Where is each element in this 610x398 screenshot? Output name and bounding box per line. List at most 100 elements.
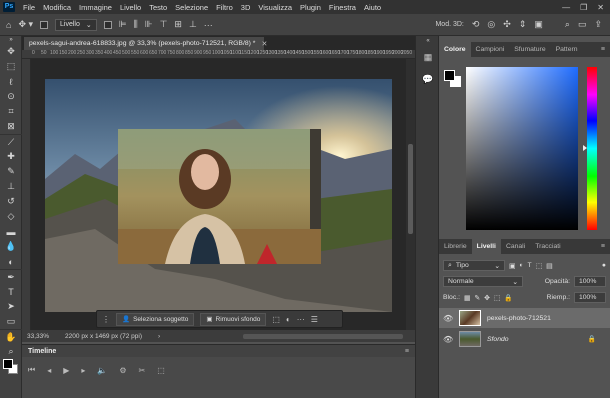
menu-livello[interactable]: Livello bbox=[116, 3, 145, 12]
tab-livelli[interactable]: Livelli bbox=[471, 239, 501, 254]
panel-menu-icon[interactable]: ≡ bbox=[601, 243, 610, 250]
drag-handle-icon[interactable]: ⋮ bbox=[102, 315, 110, 324]
color-panel-swatches[interactable] bbox=[444, 70, 461, 87]
workspace-icon[interactable]: ▭ bbox=[578, 19, 587, 30]
tab-sfumature[interactable]: Sfumature bbox=[509, 42, 550, 57]
home-icon[interactable]: ⌂ bbox=[6, 20, 11, 30]
close-icon[interactable]: ✕ bbox=[261, 40, 267, 48]
lasso-tool-icon[interactable]: ℓ bbox=[0, 74, 22, 89]
lock-position-icon[interactable]: ✥ bbox=[484, 294, 490, 302]
select-subject-button[interactable]: 👤 Seleziona soggetto bbox=[116, 312, 195, 326]
search-icon[interactable]: ⌕ bbox=[565, 19, 570, 30]
audio-icon[interactable]: 🔈 bbox=[97, 366, 107, 375]
panel-menu-icon[interactable]: ≡ bbox=[601, 46, 610, 53]
foreground-background-swatches[interactable] bbox=[3, 359, 19, 375]
layer-name[interactable]: pexels-photo-712521 bbox=[487, 315, 551, 322]
quick-selection-tool-icon[interactable]: ⊙ bbox=[0, 89, 22, 104]
move-tool-icon[interactable]: ✥ ▾ bbox=[18, 19, 33, 30]
eye-icon[interactable]: 👁 bbox=[443, 335, 453, 344]
opacity-field[interactable]: 100% bbox=[574, 276, 606, 287]
layer-name[interactable]: Sfondo bbox=[487, 336, 509, 343]
settings-icon[interactable]: ⚙ bbox=[119, 366, 126, 375]
lock-image-icon[interactable]: ✎ bbox=[474, 294, 480, 302]
scale-3d-icon[interactable]: ▣ bbox=[534, 19, 543, 30]
go-first-frame-icon[interactable]: ⏮ bbox=[28, 365, 35, 375]
menu-visualizza[interactable]: Visualizza bbox=[254, 3, 296, 12]
toolbar-collapse-icon[interactable]: » bbox=[0, 36, 22, 44]
history-brush-tool-icon[interactable]: ↺ bbox=[0, 194, 22, 209]
filter-smart-object-icon[interactable]: ▤ bbox=[546, 262, 552, 270]
panel-menu-icon[interactable]: ≡ bbox=[405, 348, 415, 355]
menu-3d[interactable]: 3D bbox=[237, 3, 255, 12]
zoom-level[interactable]: 33,33% bbox=[27, 333, 49, 340]
document-tab[interactable]: pexels-sagui-andrea-618833.jpg @ 33,3% (… bbox=[24, 37, 267, 50]
foreground-color-swatch[interactable] bbox=[3, 359, 13, 369]
menu-selezione[interactable]: Selezione bbox=[171, 3, 212, 12]
layer-row[interactable]: 👁 Sfondo 🔒 bbox=[439, 329, 610, 349]
eye-icon[interactable]: 👁 bbox=[443, 314, 453, 323]
rotate-3d-icon[interactable]: ⟲ bbox=[472, 19, 480, 30]
filter-toggle-icon[interactable]: ● bbox=[602, 262, 606, 269]
pen-tool-icon[interactable]: ✒ bbox=[0, 269, 22, 284]
collapse-panels-icon[interactable]: « bbox=[416, 36, 440, 46]
tab-campioni[interactable]: Campioni bbox=[471, 42, 510, 57]
move-tool-icon[interactable]: ✥ bbox=[0, 44, 22, 59]
blur-tool-icon[interactable]: 💧 bbox=[0, 239, 22, 254]
next-frame-icon[interactable]: ▸ bbox=[81, 366, 85, 375]
eraser-tool-icon[interactable]: ◇ bbox=[0, 209, 22, 224]
lock-artboard-icon[interactable]: ⬚ bbox=[494, 294, 500, 302]
more-options-icon[interactable]: ··· bbox=[204, 20, 213, 30]
lock-transparent-icon[interactable]: ▦ bbox=[464, 294, 470, 302]
filter-adjustment-icon[interactable]: ◐ bbox=[519, 262, 523, 269]
menu-plugin[interactable]: Plugin bbox=[296, 3, 325, 12]
layer-filter-dropdown[interactable]: ⌕ Tipo ⌄ bbox=[443, 260, 505, 271]
share-icon[interactable]: ⇪ bbox=[594, 19, 602, 30]
settings-sliders-icon[interactable]: ☰ bbox=[311, 315, 318, 324]
zoom-tool-icon[interactable]: ⌕ bbox=[0, 344, 22, 359]
history-panel-icon[interactable]: ▦ bbox=[416, 46, 440, 68]
menu-aiuto[interactable]: Aiuto bbox=[360, 3, 385, 12]
align-top-icon[interactable]: ⊤ bbox=[160, 19, 168, 30]
healing-brush-tool-icon[interactable]: ✚ bbox=[0, 149, 22, 164]
tab-tracciati[interactable]: Tracciati bbox=[530, 239, 565, 254]
adjustment-icon[interactable]: ◐ bbox=[286, 315, 291, 324]
align-center-icon[interactable]: ⫼ bbox=[134, 19, 138, 30]
menu-modifica[interactable]: Modifica bbox=[39, 3, 75, 12]
document-image[interactable] bbox=[45, 79, 392, 312]
saturation-brightness-field[interactable] bbox=[466, 67, 578, 230]
brush-tool-icon[interactable]: ✎ bbox=[0, 164, 22, 179]
scrollbar-thumb[interactable] bbox=[408, 144, 413, 234]
roll-3d-icon[interactable]: ◎ bbox=[487, 19, 495, 30]
layer-row[interactable]: 👁 pexels-photo-712521 bbox=[439, 308, 610, 328]
filter-pixel-icon[interactable]: ▣ bbox=[509, 262, 515, 270]
tab-canali[interactable]: Canali bbox=[501, 239, 530, 254]
clone-stamp-tool-icon[interactable]: ⊥ bbox=[0, 179, 22, 194]
align-bottom-icon[interactable]: ⊥ bbox=[189, 19, 197, 30]
slide-3d-icon[interactable]: ⇕ bbox=[519, 19, 527, 30]
frame-tool-icon[interactable]: ⊠ bbox=[0, 119, 22, 134]
maximize-button[interactable]: ❐ bbox=[580, 3, 587, 12]
menu-filtro[interactable]: Filtro bbox=[212, 3, 237, 12]
tab-pattern[interactable]: Pattern bbox=[551, 42, 583, 57]
play-icon[interactable]: ▶ bbox=[63, 366, 69, 375]
filter-shape-icon[interactable]: ⬚ bbox=[536, 262, 542, 270]
marquee-tool-icon[interactable]: ⬚ bbox=[0, 59, 22, 74]
split-scissors-icon[interactable]: ✂ bbox=[139, 366, 146, 375]
blend-mode-dropdown[interactable]: Normale ⌄ bbox=[443, 276, 523, 287]
path-selection-tool-icon[interactable]: ➤ bbox=[0, 299, 22, 314]
align-right-icon[interactable]: ⊪ bbox=[145, 19, 153, 30]
eyedropper-tool-icon[interactable]: ⟋ bbox=[0, 134, 22, 149]
remove-background-button[interactable]: ▣ Rimuovi sfondo bbox=[200, 312, 267, 326]
menu-file[interactable]: File bbox=[19, 3, 39, 12]
lock-all-icon[interactable]: 🔒 bbox=[504, 294, 512, 302]
gradient-tool-icon[interactable]: ▬ bbox=[0, 224, 22, 239]
minimize-button[interactable]: — bbox=[562, 3, 570, 12]
tab-colore[interactable]: Colore bbox=[439, 42, 471, 57]
close-button[interactable]: ✕ bbox=[597, 3, 604, 12]
hue-slider[interactable] bbox=[587, 67, 597, 230]
align-middle-icon[interactable]: ⊞ bbox=[174, 19, 182, 30]
transform-icon[interactable]: ⬚ bbox=[272, 315, 280, 324]
menu-finestra[interactable]: Finestra bbox=[325, 3, 360, 12]
foreground-color-swatch[interactable] bbox=[444, 70, 455, 81]
dodge-tool-icon[interactable]: ◐ bbox=[0, 254, 22, 269]
